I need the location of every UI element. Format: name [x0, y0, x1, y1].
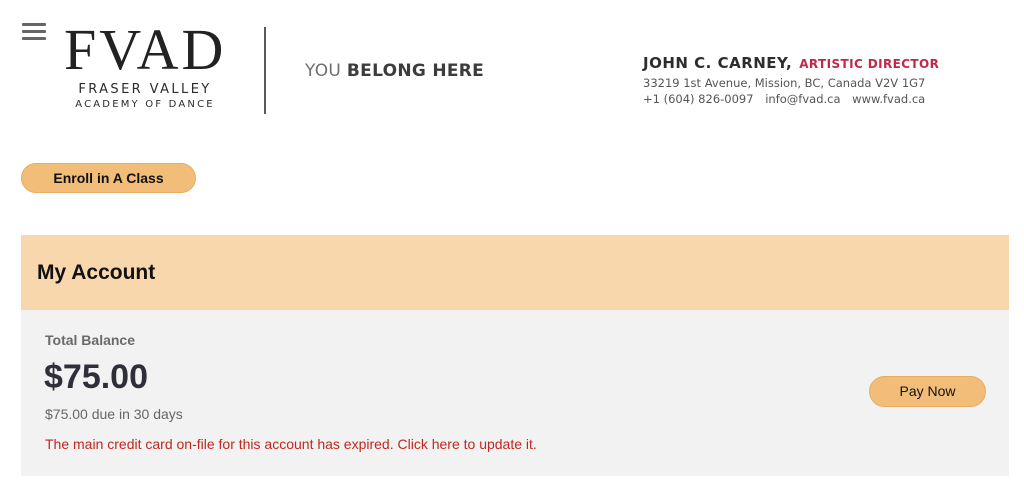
page: FVAD FRASER VALLEY ACADEMY OF DANCE YOU … — [0, 0, 1024, 496]
director-title: ARTISTIC DIRECTOR — [799, 57, 940, 71]
director-contact-block: JOHN C. CARNEY, ARTISTIC DIRECTOR 33219 … — [643, 52, 1003, 107]
address-line: 33219 1st Avenue, Mission, BC, Canada V2… — [643, 75, 1003, 91]
director-line: JOHN C. CARNEY, ARTISTIC DIRECTOR — [643, 52, 1003, 75]
phone-text: +1 (604) 826-0097 — [643, 92, 754, 106]
academy-logo[interactable]: FVAD FRASER VALLEY ACADEMY OF DANCE — [64, 17, 227, 118]
email-text: info@fvad.ca — [765, 92, 841, 106]
website-text: www.fvad.ca — [852, 92, 926, 106]
account-title: My Account — [37, 261, 156, 284]
director-name: JOHN C. CARNEY, — [643, 54, 793, 72]
total-balance-label: Total Balance — [45, 332, 135, 348]
account-header: My Account — [21, 235, 1009, 310]
menu-bar-bottom — [22, 37, 46, 40]
tagline: YOU BELONG HERE — [305, 61, 484, 81]
tagline-prefix: YOU — [305, 61, 342, 81]
logo-subtitle-line: ACADEMY OF DANCE — [75, 99, 215, 110]
total-balance-amount: $75.00 — [44, 358, 148, 396]
tagline-strong: BELONG HERE — [346, 61, 485, 81]
enroll-in-class-button[interactable]: Enroll in A Class — [21, 163, 196, 193]
address-text: 33219 1st Avenue, Mission, BC, Canada V2… — [643, 76, 926, 90]
contact-line: +1 (604) 826-0097 info@fvad.ca www.fvad.… — [643, 91, 1003, 107]
balance-due-text: $75.00 due in 30 days — [45, 406, 183, 422]
pay-now-button[interactable]: Pay Now — [869, 376, 986, 407]
menu-bar-top — [22, 23, 46, 26]
menu-bar-middle — [22, 30, 46, 33]
expired-card-warning-link[interactable]: The main credit card on-file for this ac… — [45, 436, 537, 452]
account-card: My Account Total Balance $75.00 $75.00 d… — [21, 235, 1009, 476]
account-body: Total Balance $75.00 $75.00 due in 30 da… — [21, 310, 1009, 476]
hamburger-menu-icon[interactable] — [22, 23, 46, 41]
header-divider — [264, 27, 266, 114]
logo-name-line: FRASER VALLEY — [78, 82, 212, 97]
logo-mark: FVAD — [64, 17, 227, 82]
